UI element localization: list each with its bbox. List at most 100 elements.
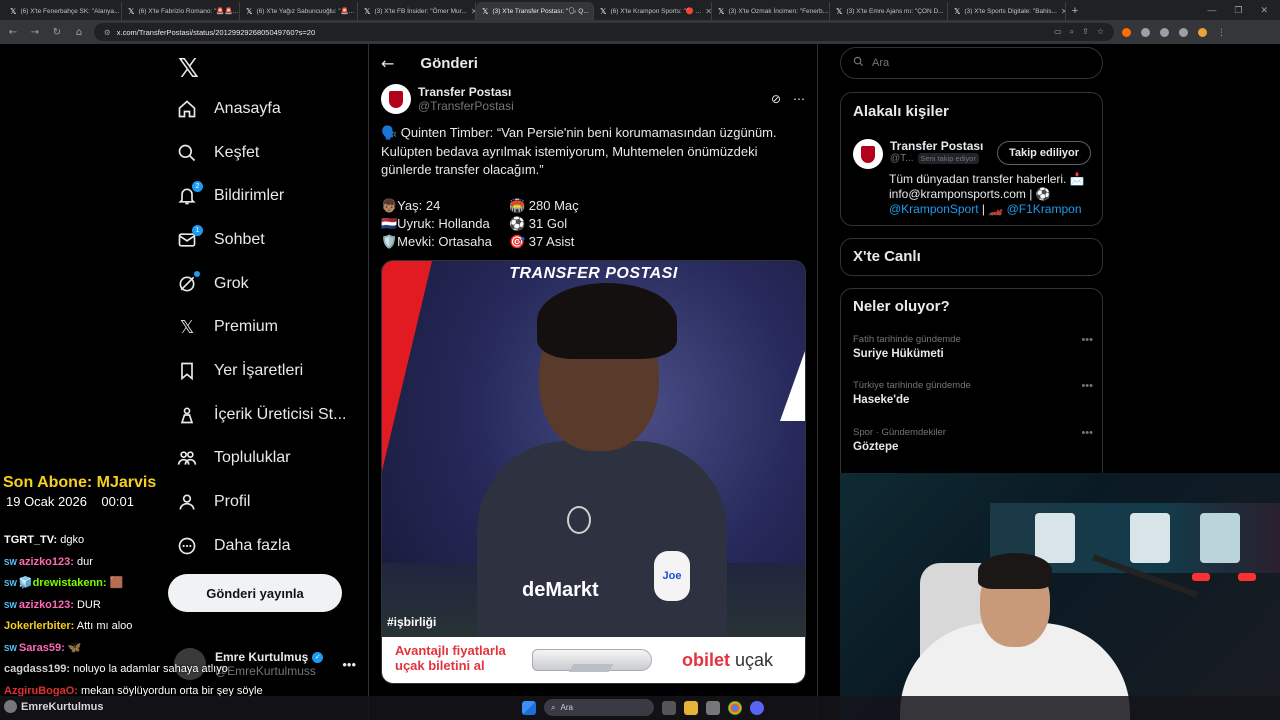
chat-username: TGRT_TV: bbox=[4, 534, 58, 546]
chat-text: DUR bbox=[73, 598, 101, 611]
stat-matches: 🏟️ 280 Maç bbox=[509, 198, 579, 213]
task-view-icon[interactable] bbox=[662, 700, 676, 715]
ad-banner[interactable]: Avantajlı fiyatlarla uçak biletini al obi… bbox=[382, 637, 805, 683]
chat-message: SW azizko123: DUR bbox=[4, 595, 304, 617]
profile-avatar-icon[interactable] bbox=[1198, 27, 1207, 37]
nav-profile[interactable]: Profil bbox=[176, 488, 250, 516]
browser-menu-icon[interactable]: ⋮ bbox=[1217, 27, 1226, 38]
avatar[interactable] bbox=[853, 139, 883, 169]
site-info-icon[interactable]: ⚙ bbox=[104, 28, 111, 37]
browser-toolbar: ← → ↻ ⌂ ⚙ x.com/TransferPostasi/status/2… bbox=[0, 20, 1280, 44]
chat-text: noluyo la adamlar sahaya atlıyo bbox=[70, 663, 228, 675]
browser-tab[interactable]: 𝕏 (6) X'te Krampon Sports: "🔴 ... ✕ bbox=[594, 2, 712, 20]
image-banner-title: TRANSFER POSTASI bbox=[509, 265, 678, 282]
overlay-datetime: 19 Ocak 2026 00:01 bbox=[6, 494, 134, 509]
share-icon[interactable]: ⇪ bbox=[1082, 27, 1089, 37]
trend-item[interactable]: Fatih tarihinde gündemde Suriye Hükümeti… bbox=[853, 334, 1093, 360]
author-name[interactable]: Transfer Postası bbox=[418, 85, 514, 99]
close-window-icon[interactable]: ✕ bbox=[1260, 5, 1268, 16]
nav-premium[interactable]: 𝕏 Premium bbox=[176, 313, 278, 341]
home-browser-icon[interactable]: ⌂ bbox=[72, 27, 86, 38]
nav-notifications[interactable]: 2 Bildirimler bbox=[176, 181, 284, 210]
nav-creator-studio[interactable]: İçerik Üreticisi St... bbox=[176, 401, 346, 429]
subscriber-badge-icon: SW bbox=[4, 600, 17, 610]
reload-icon[interactable]: ↻ bbox=[50, 27, 64, 38]
author-handle[interactable]: @TransferPostasi bbox=[418, 99, 514, 113]
cast-icon[interactable]: ▭ bbox=[1054, 27, 1062, 37]
nav-home[interactable]: Anasayfa bbox=[176, 95, 281, 123]
nav-explore[interactable]: Keşfet bbox=[176, 139, 259, 167]
browser-tab[interactable]: 𝕏(6) X'te Yağız Sabuncuoğlu: "🚨...✕ bbox=[240, 2, 358, 20]
framed-jersey bbox=[1200, 513, 1240, 563]
file-explorer-icon[interactable] bbox=[684, 700, 698, 715]
post-detail-column: ← Gönderi Transfer Postası @TransferPost… bbox=[368, 44, 818, 720]
back-icon[interactable]: ← bbox=[6, 27, 20, 38]
extension-icon[interactable] bbox=[1160, 27, 1169, 37]
browser-tab[interactable]: 𝕏(3) X'te FB İnsider: "Ömer Mur...✕ bbox=[358, 2, 476, 20]
verified-badge-icon: ✓ bbox=[312, 651, 324, 663]
trend-item[interactable]: Spor · Gündemdekiler Göztepe ••• bbox=[853, 427, 1093, 453]
shield-logo-icon bbox=[389, 90, 403, 108]
more-dots-icon[interactable]: ••• bbox=[342, 657, 356, 672]
nav-communities[interactable]: Topluluklar bbox=[176, 444, 290, 472]
player-stats: 👦🏽Yaş: 24 🏟️ 280 Maç 🇳🇱Uyruk: Hollanda ⚽… bbox=[381, 197, 681, 251]
new-tab-button[interactable]: + bbox=[1066, 2, 1084, 20]
chat-username: 🧊drewistakenn: bbox=[18, 577, 107, 589]
windows-start-icon[interactable] bbox=[522, 700, 536, 715]
browser-tab[interactable]: 𝕏(3) X'te Emre Ajans mı: "ÇON D...✕ bbox=[830, 2, 948, 20]
stream-chat: TGRT_TV: dgko SW azizko123: dur SW 🧊drewista… bbox=[4, 530, 304, 702]
close-tab-icon[interactable]: ✕ bbox=[705, 7, 711, 16]
notification-badge: 2 bbox=[192, 181, 203, 192]
extension-icon[interactable] bbox=[1141, 27, 1150, 37]
zoom-icon[interactable]: ⌕ bbox=[1070, 27, 1074, 37]
browser-tab[interactable]: 𝕏(6) X'te Fenerbahçe SK: "Alanya...✕ bbox=[4, 2, 122, 20]
grok-explain-icon[interactable]: ⊘ bbox=[771, 92, 781, 106]
x-favicon-icon: 𝕏 bbox=[836, 6, 843, 16]
following-button[interactable]: Takip ediliyor bbox=[997, 141, 1091, 165]
extension-icon[interactable] bbox=[1122, 27, 1131, 37]
extensions-puzzle-icon[interactable] bbox=[1179, 27, 1188, 37]
post-image[interactable]: deMarkt Joe TRANSFER POSTASI #işbirliği … bbox=[381, 260, 806, 684]
x-favicon-icon: 𝕏 bbox=[600, 6, 607, 16]
more-dots-icon[interactable]: ⋯ bbox=[793, 92, 805, 106]
subscriber-badge-icon: SW bbox=[4, 557, 17, 567]
more-dots-icon[interactable]: ••• bbox=[1081, 380, 1093, 392]
nav-bookmarks[interactable]: Yer İşaretleri bbox=[176, 357, 303, 385]
profile-icon bbox=[176, 491, 198, 513]
chat-text: mekan söylüyordun orta bir şey söyle bbox=[77, 684, 263, 697]
taskbar-search[interactable]: ⌕ Ara bbox=[544, 699, 654, 716]
app-icon[interactable] bbox=[706, 700, 720, 715]
chat-username: Saras59: bbox=[18, 641, 65, 654]
image-hashtag: #işbirliği bbox=[387, 615, 437, 629]
search-icon bbox=[853, 56, 864, 70]
address-bar[interactable]: ⚙ x.com/TransferPostasi/status/201299292… bbox=[94, 23, 1114, 41]
avatar[interactable] bbox=[381, 84, 411, 114]
chat-message: SW 🧊drewistakenn: 🟫 bbox=[4, 573, 304, 595]
chrome-icon[interactable] bbox=[728, 700, 742, 715]
x-logo-icon[interactable]: 𝕏 bbox=[178, 54, 199, 84]
window-controls: — ❐ ✕ bbox=[1207, 5, 1280, 16]
framed-jersey bbox=[1130, 513, 1170, 563]
browser-tab-active[interactable]: 𝕏(3) X'te Transfer Postası: "🗣 Q...✕ bbox=[476, 2, 594, 20]
search-input[interactable]: Ara bbox=[840, 47, 1103, 79]
star-icon[interactable]: ☆ bbox=[1097, 27, 1104, 37]
home-icon bbox=[176, 98, 198, 120]
minimize-icon[interactable]: — bbox=[1207, 5, 1216, 16]
browser-tab[interactable]: 𝕏(6) X'te Fabrizio Romano: "🚨🚨...✕ bbox=[122, 2, 240, 20]
browser-tab[interactable]: 𝕏(3) X'te Ozmak İncimen: "Fenerb...✕ bbox=[712, 2, 830, 20]
browser-tab[interactable]: 𝕏(3) X'te Sports Digitale: "Bahis...✕ bbox=[948, 2, 1066, 20]
forward-icon[interactable]: → bbox=[28, 27, 42, 38]
trend-item[interactable]: Türkiye tarihinde gündemde Haseke'de ••• bbox=[853, 380, 1093, 406]
red-stripe bbox=[382, 261, 432, 471]
live-on-x-card[interactable]: X'te Canlı bbox=[840, 238, 1103, 276]
discord-icon[interactable] bbox=[750, 700, 764, 715]
restore-icon[interactable]: ❐ bbox=[1234, 5, 1242, 16]
bookmark-icon bbox=[176, 360, 198, 382]
back-arrow-icon[interactable]: ← bbox=[381, 54, 394, 73]
x-favicon-icon: 𝕏 bbox=[482, 6, 489, 16]
x-favicon-icon: 𝕏 bbox=[10, 6, 17, 16]
nav-messages[interactable]: 1 Sohbet bbox=[176, 225, 265, 254]
more-dots-icon[interactable]: ••• bbox=[1081, 334, 1093, 346]
more-dots-icon[interactable]: ••• bbox=[1081, 427, 1093, 439]
nav-grok[interactable]: Grok bbox=[176, 270, 249, 298]
